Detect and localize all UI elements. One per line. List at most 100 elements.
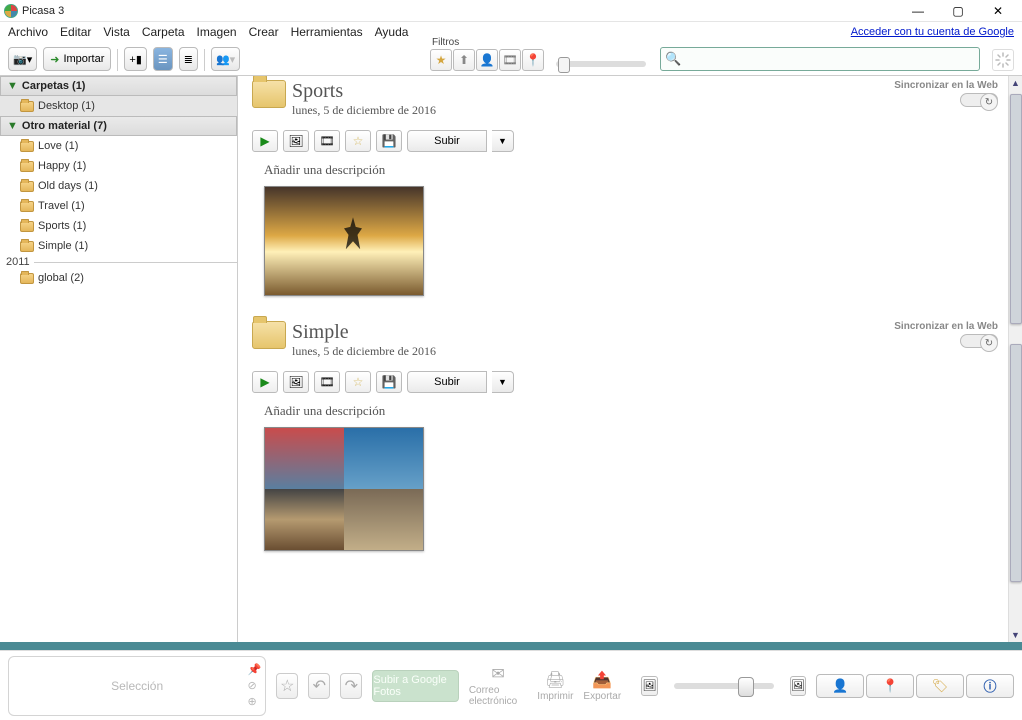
menu-vista[interactable]: Vista [103,25,129,39]
sidebar-item-simple[interactable]: Simple (1) [0,236,237,256]
sync-label: Sincronizar en la Web [894,80,998,91]
play-slideshow-button[interactable]: ▶ [252,371,278,393]
scroll-down-icon[interactable]: ▼ [1009,628,1022,642]
add-icon[interactable]: ⊕ [248,695,262,708]
scrollbar-thumb[interactable] [1010,344,1022,582]
sidebar-item-desktop[interactable]: Desktop (1) [0,96,237,116]
play-slideshow-button[interactable]: ▶ [252,130,278,152]
camera-icon[interactable]: 📷▾ [8,47,37,71]
export-button[interactable]: 📤Exportar [583,670,621,702]
places-panel-button[interactable]: 📍 [866,674,914,698]
sidebar-item-happy[interactable]: Happy (1) [0,156,237,176]
google-login-link[interactable]: Acceder con tu cuenta de Google [851,26,1014,38]
selection-label: Selección [111,679,163,693]
sidebar-header-carpetas[interactable]: ▼ Carpetas (1) [0,76,237,96]
menu-editar[interactable]: Editar [60,25,91,39]
menu-imagen[interactable]: Imagen [197,25,237,39]
photo-thumbnail[interactable] [264,427,424,551]
movie-button[interactable]: 🎞 [314,371,340,393]
export-icon: 📤 [592,670,612,690]
album-description-input[interactable]: Añadir una descripción [264,403,998,419]
sidebar-item-label: global (2) [38,272,84,284]
close-button[interactable]: ✕ [978,1,1018,21]
star-button[interactable]: ☆ [345,130,371,152]
zoom-slider[interactable] [674,683,774,689]
view-list-button[interactable]: ☰ [153,47,173,71]
tags-panel-button[interactable]: 🏷 [916,674,964,698]
add-folder-button[interactable]: +▮ [124,47,146,71]
info-panel-button[interactable]: ⓘ [966,674,1014,698]
content-area: Sports lunes, 5 de diciembre de 2016 Sin… [238,76,1022,642]
minimize-button[interactable]: — [898,1,938,21]
disk-button[interactable]: 💾 [376,130,402,152]
movie-button[interactable]: 🎞 [314,130,340,152]
rotate-right-button[interactable]: ↷ [340,673,362,699]
filters-label: Filtros [432,37,459,48]
print-button[interactable]: 🖨Imprimir [537,670,573,702]
disk-button[interactable]: 💾 [376,371,402,393]
filter-geo-icon[interactable]: 📍 [522,49,544,71]
sidebar-item-olddays[interactable]: Old days (1) [0,176,237,196]
collage-button[interactable]: 🖼 [283,371,309,393]
album-sports: Sports lunes, 5 de diciembre de 2016 Sin… [252,80,998,301]
people-panel-button[interactable]: 👤 [816,674,864,698]
import-button[interactable]: ➜Importar [43,47,111,71]
filter-movie-icon[interactable]: 🎞 [499,49,521,71]
clear-icon[interactable]: ⊘ [248,679,262,692]
filter-slider[interactable] [556,61,646,67]
chevron-down-icon: ▼ [7,80,18,92]
sidebar-item-sports[interactable]: Sports (1) [0,216,237,236]
scrollbar-thumb[interactable] [1010,94,1022,324]
view-tree-button[interactable]: ≣ [179,47,198,71]
album-date: lunes, 5 de diciembre de 2016 [292,103,436,118]
rotate-left-button[interactable]: ↶ [308,673,330,699]
sidebar-splitter[interactable] [234,76,237,642]
photo-thumbnail[interactable] [264,186,424,296]
sidebar-header-otro[interactable]: ▼ Otro material (7) [0,116,237,136]
search-input[interactable] [685,52,975,66]
menu-ayuda[interactable]: Ayuda [375,25,409,39]
album-simple: Simple lunes, 5 de diciembre de 2016 Sin… [252,321,998,551]
album-title: Simple [292,321,436,344]
upload-google-button[interactable]: Subir a Google Fotos [372,670,458,702]
menu-archivo[interactable]: Archivo [8,25,48,39]
sidebar-item-travel[interactable]: Travel (1) [0,196,237,216]
zoom-small-icon[interactable]: 🖼 [641,676,657,696]
album-title: Sports [292,80,436,103]
collage-button[interactable]: 🖼 [283,130,309,152]
selection-tray[interactable]: Selección 📌 ⊘ ⊕ [8,656,266,716]
album-description-input[interactable]: Añadir una descripción [264,162,998,178]
folder-icon [20,241,34,252]
pin-icon[interactable]: 📌 [248,663,262,676]
filter-star-icon[interactable]: ★ [430,49,452,71]
sync-toggle[interactable] [960,334,998,348]
upload-dropdown[interactable]: ▼ [492,130,514,152]
sync-toggle[interactable] [960,93,998,107]
upload-button[interactable]: Subir [407,371,487,393]
scroll-up-icon[interactable]: ▲ [1009,76,1022,90]
filter-upload-icon[interactable]: ⬆ [453,49,475,71]
email-icon: ✉ [491,664,504,684]
menu-herramientas[interactable]: Herramientas [291,25,363,39]
menu-crear[interactable]: Crear [249,25,279,39]
email-button[interactable]: ✉Correo electrónico [469,664,527,707]
star-button[interactable]: ☆ [345,371,371,393]
sidebar-item-label: Love (1) [38,140,78,152]
maximize-button[interactable]: ▢ [938,1,978,21]
divider-strip [0,642,1022,650]
upload-dropdown[interactable]: ▼ [492,371,514,393]
sidebar-item-love[interactable]: Love (1) [0,136,237,156]
upload-button[interactable]: Subir [407,130,487,152]
search-box[interactable]: 🔍 [660,47,980,71]
sidebar-header-label: Carpetas (1) [22,80,86,92]
sidebar-item-global[interactable]: global (2) [0,268,237,288]
star-button[interactable]: ☆ [276,673,298,699]
zoom-large-icon[interactable]: 🖼 [790,676,806,696]
folder-icon [20,101,34,112]
titlebar: Picasa 3 — ▢ ✕ [0,0,1022,22]
folder-icon [20,181,34,192]
menu-carpeta[interactable]: Carpeta [142,25,185,39]
people-button[interactable]: 👥▾ [211,47,240,71]
content-scrollbar[interactable]: ▲ ▼ [1008,76,1022,642]
filter-face-icon[interactable]: 👤 [476,49,498,71]
